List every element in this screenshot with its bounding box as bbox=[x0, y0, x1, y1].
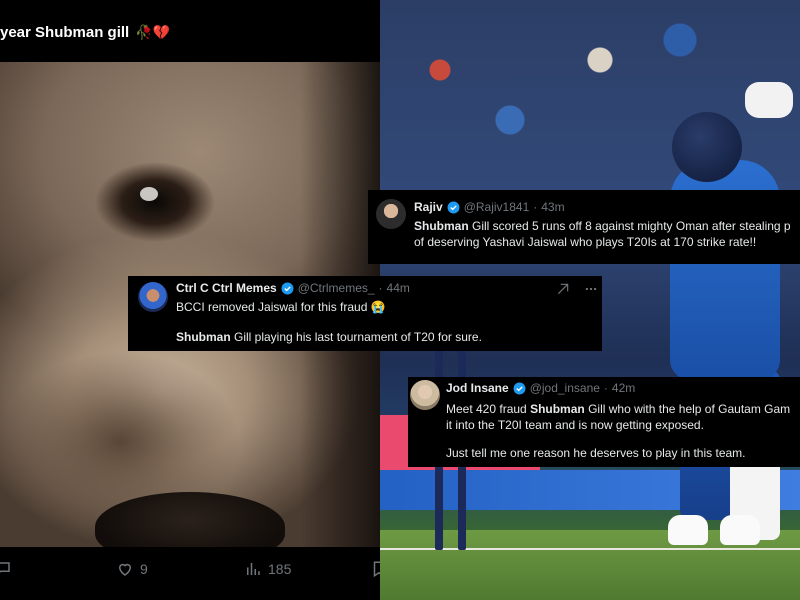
highlight-name: Shubman bbox=[414, 219, 469, 233]
tweet-time[interactable]: 43m bbox=[541, 199, 564, 215]
tweet-card-ctrlmemes[interactable]: Ctrl C Ctrl Memes @Ctrlmemes_ · 44m BCCI… bbox=[128, 276, 602, 351]
highlight-name: Shubman bbox=[530, 402, 585, 416]
verified-badge-icon bbox=[447, 201, 460, 213]
tweet-header: Rajiv @Rajiv1841 · 43m bbox=[414, 196, 565, 218]
batsman-helmet bbox=[672, 112, 742, 182]
tweet-text: Shubman Gill scored 5 runs off 8 against… bbox=[414, 218, 791, 250]
highlight-name: Shubman bbox=[176, 330, 231, 344]
more-options-icon[interactable] bbox=[584, 282, 598, 296]
tweet-line: BCCI removed Jaiswal for this fraud 😭 bbox=[176, 299, 482, 315]
tweet-line: of deserving Yashavi Jaiswal who plays T… bbox=[414, 234, 791, 250]
tweet-line-text: Just tell me one reason he deserves to p… bbox=[446, 446, 746, 460]
post-caption: year Shubman gill 🥀💔 bbox=[0, 24, 380, 41]
like-button[interactable]: 9 bbox=[116, 560, 148, 578]
grok-icon[interactable] bbox=[556, 282, 570, 296]
tweet-tools bbox=[556, 282, 598, 296]
tweet-text: Meet 420 fraud Shubman Gill who with the… bbox=[446, 401, 790, 461]
verified-badge-icon bbox=[281, 282, 294, 294]
tweet-line-text: Gill who with the help of Gautam Gam bbox=[584, 402, 791, 416]
tweet-line-text: it into the T20I team and is now getting… bbox=[446, 418, 704, 432]
tweet-time[interactable]: 44m bbox=[387, 280, 410, 296]
reply-icon bbox=[0, 562, 10, 573]
separator-dot: · bbox=[378, 281, 383, 295]
views-button[interactable]: 185 bbox=[244, 560, 291, 578]
separator-dot: · bbox=[533, 200, 538, 214]
batsman-glove bbox=[745, 82, 793, 118]
tweet-card-jodinsane[interactable]: Jod Insane @jod_insane · 42m Meet 420 fr… bbox=[408, 377, 800, 467]
tweet-card-rajiv[interactable]: Rajiv @Rajiv1841 · 43m Shubman Gill scor… bbox=[368, 190, 800, 264]
reply-button[interactable] bbox=[0, 560, 12, 578]
bookmark-icon bbox=[373, 561, 380, 578]
bookmark-button[interactable] bbox=[370, 560, 380, 578]
dog-nose bbox=[95, 492, 285, 547]
tweet-line: Meet 420 fraud Shubman Gill who with the… bbox=[446, 401, 790, 417]
post-action-bar: 9 185 bbox=[0, 560, 380, 584]
separator-dot: · bbox=[603, 381, 608, 395]
batsman-shoe bbox=[720, 515, 760, 545]
avatar[interactable] bbox=[376, 199, 406, 229]
batsman-shoe bbox=[668, 515, 708, 545]
tweet-line: Shubman Gill playing his last tournament… bbox=[176, 329, 482, 345]
views-chart-icon bbox=[247, 563, 260, 575]
caption-emojis: 🥀💔 bbox=[135, 24, 171, 40]
tweet-line: Just tell me one reason he deserves to p… bbox=[446, 445, 790, 461]
tweet-line-text: of deserving Yashavi Jaiswal who plays T… bbox=[414, 235, 757, 249]
tweet-line: it into the T20I team and is now getting… bbox=[446, 417, 790, 433]
tweet-line-text: Gill scored 5 runs off 8 against mighty … bbox=[468, 219, 791, 233]
author-handle[interactable]: @Ctrlmemes_ bbox=[298, 280, 375, 296]
author-handle[interactable]: @jod_insane bbox=[530, 380, 600, 396]
avatar[interactable] bbox=[410, 380, 440, 410]
author-name[interactable]: Jod Insane bbox=[446, 380, 509, 396]
tweet-text: BCCI removed Jaiswal for this fraud 😭 Sh… bbox=[176, 299, 482, 345]
tweet-line: Shubman Gill scored 5 runs off 8 against… bbox=[414, 218, 791, 234]
tweet-header: Jod Insane @jod_insane · 42m bbox=[446, 377, 635, 399]
author-name[interactable]: Rajiv bbox=[414, 199, 443, 215]
post-caption-text: year Shubman gill bbox=[0, 24, 130, 41]
author-handle[interactable]: @Rajiv1841 bbox=[464, 199, 530, 215]
tweet-line-text: Gill playing his last tournament of T20 … bbox=[230, 330, 482, 344]
avatar[interactable] bbox=[138, 282, 168, 312]
tweet-header: Ctrl C Ctrl Memes @Ctrlmemes_ · 44m bbox=[176, 277, 410, 299]
like-count: 9 bbox=[140, 561, 148, 577]
pitch-crease bbox=[380, 548, 800, 550]
tweet-line-text: BCCI removed Jaiswal for this fraud 😭 bbox=[176, 300, 386, 314]
views-count: 185 bbox=[268, 561, 292, 577]
dog-eye-tear bbox=[140, 187, 158, 201]
heart-icon bbox=[118, 563, 132, 576]
tweet-line-text: Meet 420 fraud bbox=[446, 402, 531, 416]
verified-badge-icon bbox=[513, 382, 526, 394]
tweet-time[interactable]: 42m bbox=[612, 380, 635, 396]
author-name[interactable]: Ctrl C Ctrl Memes bbox=[176, 280, 277, 296]
